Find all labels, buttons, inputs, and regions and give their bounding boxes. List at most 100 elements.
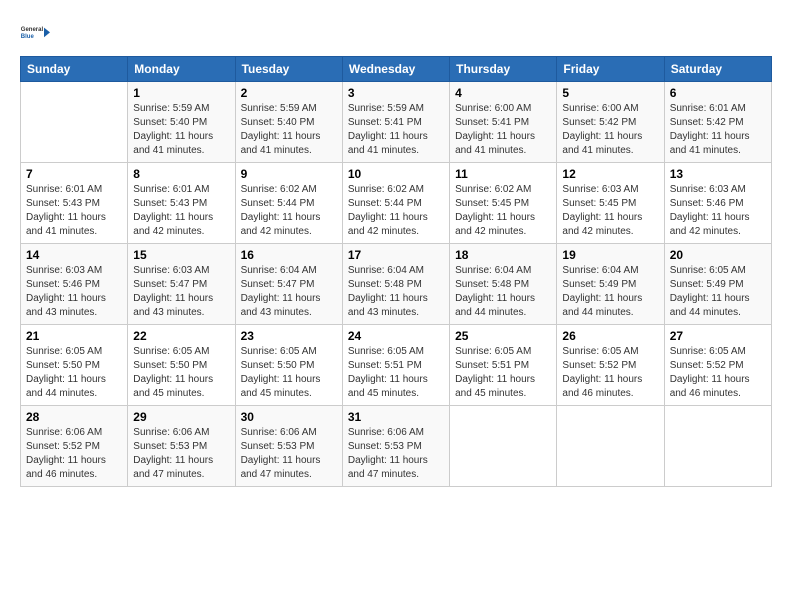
- day-number: 15: [133, 248, 229, 262]
- day-info: Sunrise: 5:59 AMSunset: 5:41 PMDaylight:…: [348, 102, 444, 158]
- day-number: 24: [348, 329, 444, 343]
- day-number: 14: [26, 248, 122, 262]
- svg-text:Blue: Blue: [21, 34, 35, 40]
- day-info: Sunrise: 6:05 AMSunset: 5:51 PMDaylight:…: [455, 345, 551, 401]
- calendar-cell: 24Sunrise: 6:05 AMSunset: 5:51 PMDayligh…: [342, 325, 449, 406]
- calendar-cell: 6 Sunrise: 6:01 AMSunset: 5:42 PMDaylight…: [664, 82, 771, 163]
- day-info: Sunrise: 5:59 AMSunset: 5:40 PMDaylight:…: [133, 102, 229, 158]
- calendar-cell: 12Sunrise: 6:03 AMSunset: 5:45 PMDayligh…: [557, 163, 664, 244]
- calendar-cell: 13 Sunrise: 6:03 AMSunset: 5:46 PMDayligh…: [664, 163, 771, 244]
- weekday-header: Wednesday: [342, 57, 449, 82]
- day-info: Sunrise: 5:59 AMSunset: 5:40 PMDaylight:…: [241, 102, 337, 158]
- day-info: Sunrise: 6:03 AMSunset: 5:45 PMDaylight:…: [562, 183, 658, 239]
- calendar-week-row: 28 Sunrise: 6:06 AMSunset: 5:52 PMDayligh…: [21, 406, 772, 487]
- day-number: 6: [670, 86, 766, 100]
- day-number: 25: [455, 329, 551, 343]
- day-number: 17: [348, 248, 444, 262]
- day-info: Sunrise: 6:01 AMSunset: 5:42 PMDaylight:…: [670, 102, 766, 158]
- logo-icon: GeneralBlue: [20, 16, 52, 48]
- day-number: 20: [670, 248, 766, 262]
- calendar-cell: 16 Sunrise: 6:04 AMSunset: 5:47 PMDayligh…: [235, 244, 342, 325]
- day-number: 4: [455, 86, 551, 100]
- calendar-cell: [21, 82, 128, 163]
- logo: GeneralBlue: [20, 16, 52, 48]
- day-number: 10: [348, 167, 444, 181]
- calendar-cell: 15 Sunrise: 6:03 AMSunset: 5:47 PMDayligh…: [128, 244, 235, 325]
- day-info: Sunrise: 6:02 AMSunset: 5:44 PMDaylight:…: [241, 183, 337, 239]
- day-number: 29: [133, 410, 229, 424]
- day-number: 16: [241, 248, 337, 262]
- day-info: Sunrise: 6:04 AMSunset: 5:49 PMDaylight:…: [562, 264, 658, 320]
- day-info: Sunrise: 6:03 AMSunset: 5:46 PMDaylight:…: [670, 183, 766, 239]
- day-number: 11: [455, 167, 551, 181]
- day-info: Sunrise: 6:05 AMSunset: 5:49 PMDaylight:…: [670, 264, 766, 320]
- calendar-cell: 20 Sunrise: 6:05 AMSunset: 5:49 PMDayligh…: [664, 244, 771, 325]
- day-number: 30: [241, 410, 337, 424]
- weekday-header: Friday: [557, 57, 664, 82]
- calendar-cell: [450, 406, 557, 487]
- calendar-cell: 5 Sunrise: 6:00 AMSunset: 5:42 PMDaylight…: [557, 82, 664, 163]
- day-number: 22: [133, 329, 229, 343]
- weekday-header: Tuesday: [235, 57, 342, 82]
- day-info: Sunrise: 6:01 AMSunset: 5:43 PMDaylight:…: [26, 183, 122, 239]
- day-info: Sunrise: 6:04 AMSunset: 5:48 PMDaylight:…: [455, 264, 551, 320]
- day-number: 27: [670, 329, 766, 343]
- weekday-header: Saturday: [664, 57, 771, 82]
- day-info: Sunrise: 6:06 AMSunset: 5:52 PMDaylight:…: [26, 426, 122, 482]
- day-number: 19: [562, 248, 658, 262]
- calendar-cell: 14 Sunrise: 6:03 AMSunset: 5:46 PMDayligh…: [21, 244, 128, 325]
- day-number: 23: [241, 329, 337, 343]
- day-number: 26: [562, 329, 658, 343]
- calendar-cell: 30 Sunrise: 6:06 AMSunset: 5:53 PMDayligh…: [235, 406, 342, 487]
- calendar-cell: [557, 406, 664, 487]
- day-info: Sunrise: 6:05 AMSunset: 5:52 PMDaylight:…: [670, 345, 766, 401]
- calendar-cell: 21 Sunrise: 6:05 AMSunset: 5:50 PMDayligh…: [21, 325, 128, 406]
- day-number: 8: [133, 167, 229, 181]
- calendar-cell: 10 Sunrise: 6:02 AMSunset: 5:44 PMDayligh…: [342, 163, 449, 244]
- calendar-cell: 17 Sunrise: 6:04 AMSunset: 5:48 PMDayligh…: [342, 244, 449, 325]
- calendar-week-row: 1 Sunrise: 5:59 AMSunset: 5:40 PMDaylight…: [21, 82, 772, 163]
- day-info: Sunrise: 6:04 AMSunset: 5:47 PMDaylight:…: [241, 264, 337, 320]
- calendar-cell: 1 Sunrise: 5:59 AMSunset: 5:40 PMDaylight…: [128, 82, 235, 163]
- calendar-cell: 18 Sunrise: 6:04 AMSunset: 5:48 PMDayligh…: [450, 244, 557, 325]
- weekday-header: Monday: [128, 57, 235, 82]
- calendar-cell: 3Sunrise: 5:59 AMSunset: 5:41 PMDaylight…: [342, 82, 449, 163]
- day-number: 13: [670, 167, 766, 181]
- calendar-cell: 26 Sunrise: 6:05 AMSunset: 5:52 PMDayligh…: [557, 325, 664, 406]
- weekday-header: Thursday: [450, 57, 557, 82]
- day-number: 18: [455, 248, 551, 262]
- calendar-cell: 22 Sunrise: 6:05 AMSunset: 5:50 PMDayligh…: [128, 325, 235, 406]
- day-info: Sunrise: 6:00 AMSunset: 5:42 PMDaylight:…: [562, 102, 658, 158]
- day-info: Sunrise: 6:06 AMSunset: 5:53 PMDaylight:…: [241, 426, 337, 482]
- calendar-week-row: 7Sunrise: 6:01 AMSunset: 5:43 PMDaylight…: [21, 163, 772, 244]
- day-number: 2: [241, 86, 337, 100]
- day-number: 5: [562, 86, 658, 100]
- day-number: 28: [26, 410, 122, 424]
- day-info: Sunrise: 6:05 AMSunset: 5:50 PMDaylight:…: [133, 345, 229, 401]
- day-info: Sunrise: 6:06 AMSunset: 5:53 PMDaylight:…: [348, 426, 444, 482]
- calendar-cell: 2 Sunrise: 5:59 AMSunset: 5:40 PMDaylight…: [235, 82, 342, 163]
- calendar-week-row: 14 Sunrise: 6:03 AMSunset: 5:46 PMDayligh…: [21, 244, 772, 325]
- day-info: Sunrise: 6:03 AMSunset: 5:47 PMDaylight:…: [133, 264, 229, 320]
- day-number: 1: [133, 86, 229, 100]
- day-info: Sunrise: 6:02 AMSunset: 5:44 PMDaylight:…: [348, 183, 444, 239]
- day-info: Sunrise: 6:05 AMSunset: 5:52 PMDaylight:…: [562, 345, 658, 401]
- day-info: Sunrise: 6:05 AMSunset: 5:50 PMDaylight:…: [26, 345, 122, 401]
- day-number: 31: [348, 410, 444, 424]
- calendar-cell: 8 Sunrise: 6:01 AMSunset: 5:43 PMDaylight…: [128, 163, 235, 244]
- page-header: GeneralBlue: [20, 16, 772, 48]
- day-number: 9: [241, 167, 337, 181]
- day-info: Sunrise: 6:04 AMSunset: 5:48 PMDaylight:…: [348, 264, 444, 320]
- calendar-cell: 4 Sunrise: 6:00 AMSunset: 5:41 PMDaylight…: [450, 82, 557, 163]
- calendar-cell: 25 Sunrise: 6:05 AMSunset: 5:51 PMDayligh…: [450, 325, 557, 406]
- calendar-cell: 7Sunrise: 6:01 AMSunset: 5:43 PMDaylight…: [21, 163, 128, 244]
- day-info: Sunrise: 6:06 AMSunset: 5:53 PMDaylight:…: [133, 426, 229, 482]
- day-number: 21: [26, 329, 122, 343]
- day-info: Sunrise: 6:01 AMSunset: 5:43 PMDaylight:…: [133, 183, 229, 239]
- calendar-cell: 9 Sunrise: 6:02 AMSunset: 5:44 PMDaylight…: [235, 163, 342, 244]
- calendar-cell: 11Sunrise: 6:02 AMSunset: 5:45 PMDayligh…: [450, 163, 557, 244]
- svg-text:General: General: [21, 27, 44, 33]
- calendar-week-row: 21 Sunrise: 6:05 AMSunset: 5:50 PMDayligh…: [21, 325, 772, 406]
- day-info: Sunrise: 6:03 AMSunset: 5:46 PMDaylight:…: [26, 264, 122, 320]
- day-info: Sunrise: 6:00 AMSunset: 5:41 PMDaylight:…: [455, 102, 551, 158]
